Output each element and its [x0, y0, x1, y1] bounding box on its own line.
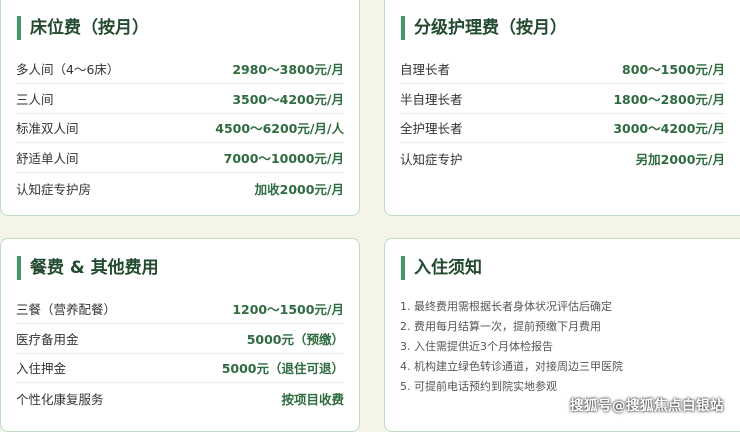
fee-row: 舒适单人间 7000～10000元/月	[16, 143, 344, 174]
fee-value: 2980～3800元/月	[232, 61, 344, 77]
fee-label: 医疗备用金	[16, 331, 79, 347]
notice-item: 3. 入住需提供近3个月体检报告	[400, 340, 553, 353]
notice-list: 1. 最终费用需根据长者身体状况评估后确定 2. 费用每月结算一次，提前预缴下月…	[400, 297, 730, 397]
fee-label: 入住押金	[16, 361, 67, 377]
fee-label: 多人间（4～6床）	[16, 61, 120, 77]
fee-row: 标准双人间 4500～6200元/月/人	[16, 114, 344, 144]
notice-item: 1. 最终费用需根据长者身体状况评估后确定	[400, 300, 612, 313]
fee-value: 3000～4200元/月	[613, 121, 725, 137]
fee-row: 入住押金 5000元（退住可退）	[16, 354, 344, 384]
fee-row: 三人间 3500～4200元/月	[16, 84, 344, 114]
fee-row: 个性化康复服务 按项目收费	[16, 383, 344, 413]
bed-fee-card: 床位费（按月） 多人间（4～6床） 2980～3800元/月 三人间 3500～42…	[0, 0, 360, 216]
fee-label: 半自理长者	[400, 91, 463, 107]
fee-row: 认知症专护 另加2000元/月	[400, 143, 725, 173]
meal-fee-title: 餐费 & 其他费用	[17, 256, 159, 280]
meal-fee-list: 三餐（营养配餐） 1200～1500元/月 医疗备用金 5000元（预缴） 入住押金…	[16, 294, 344, 413]
fee-value: 4500～6200元/月/人	[215, 121, 344, 137]
fee-label: 标准双人间	[16, 121, 79, 137]
fee-row: 全护理长者 3000～4200元/月	[400, 114, 725, 144]
fee-value: 按项目收费	[281, 391, 344, 407]
watermark: 搜狐号@搜狐焦点白银站	[570, 398, 724, 414]
meal-fee-card: 餐费 & 其他费用 三餐（营养配餐） 1200～1500元/月 医疗备用金 5000…	[0, 238, 360, 432]
fee-value: 1200～1500元/月	[232, 301, 344, 317]
fee-value: 800～1500元/月	[622, 61, 725, 77]
fee-value: 加收2000元/月	[254, 181, 344, 197]
fee-value: 5000元（退住可退）	[221, 361, 344, 377]
fee-value: 1800～2800元/月	[613, 91, 725, 107]
fee-row: 三餐（营养配餐） 1200～1500元/月	[16, 294, 344, 324]
fee-value: 3500～4200元/月	[232, 91, 344, 107]
care-fee-list: 自理长者 800～1500元/月 半自理长者 1800～2800元/月 全护理长者 3…	[400, 54, 725, 173]
fee-label: 三餐（营养配餐）	[16, 301, 117, 317]
fee-row: 认知症专护房 加收2000元/月	[16, 173, 344, 203]
fee-label: 三人间	[16, 91, 54, 107]
care-fee-title: 分级护理费（按月）	[401, 16, 567, 40]
fee-label: 全护理长者	[400, 121, 463, 137]
notice-title: 入住须知	[401, 256, 482, 280]
fee-value: 5000元（预缴）	[246, 331, 344, 347]
fee-row: 医疗备用金 5000元（预缴）	[16, 324, 344, 354]
bed-fee-title: 床位费（按月）	[17, 16, 149, 40]
fee-label: 个性化康复服务	[16, 391, 104, 407]
fee-value: 7000～10000元/月	[223, 151, 344, 167]
notice-item: 2. 费用每月结算一次，提前预缴下月费用	[400, 320, 601, 333]
fee-value: 另加2000元/月	[635, 151, 725, 167]
fee-label: 舒适单人间	[16, 151, 79, 167]
bed-fee-list: 多人间（4～6床） 2980～3800元/月 三人间 3500～4200元/月 标准…	[16, 54, 344, 203]
care-fee-card: 分级护理费（按月） 自理长者 800～1500元/月 半自理长者 1800～2800…	[384, 0, 740, 216]
fee-label: 自理长者	[400, 61, 451, 77]
fee-row: 多人间（4～6床） 2980～3800元/月	[16, 54, 344, 84]
fee-row: 自理长者 800～1500元/月	[400, 54, 725, 84]
fee-label: 认知症专护	[400, 151, 463, 167]
fee-row: 半自理长者 1800～2800元/月	[400, 84, 725, 114]
fee-label: 认知症专护房	[16, 181, 92, 197]
notice-item: 4. 机构建立绿色转诊通道，对接周边三甲医院	[400, 360, 623, 373]
